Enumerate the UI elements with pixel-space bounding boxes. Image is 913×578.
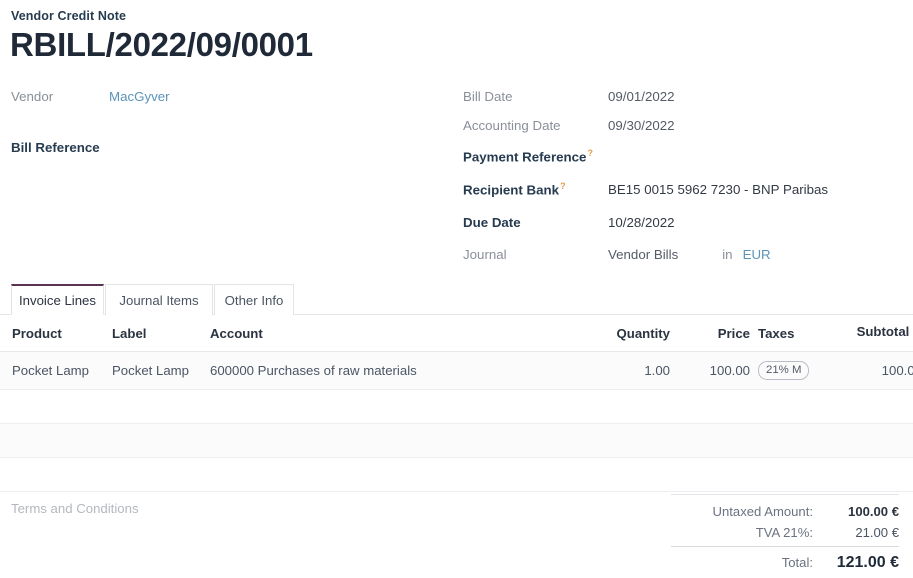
cell-empty [112, 390, 210, 424]
total-label-grand: Total: [782, 555, 827, 570]
cell-empty [112, 458, 210, 492]
total-label-untaxed: Untaxed Amount: [713, 504, 827, 519]
field-payment-reference-label: Payment Reference? [463, 149, 608, 164]
tab-journal-items-label: Journal Items [119, 293, 198, 308]
cell-empty [750, 424, 846, 458]
cell-empty [750, 458, 846, 492]
tab-other-info[interactable]: Other Info [214, 284, 294, 315]
field-vendor-value[interactable]: MacGyver [109, 90, 170, 103]
field-journal-currency[interactable]: EUR [743, 248, 771, 261]
totals-panel: Untaxed Amount: 100.00 € TVA 21%: 21.00 … [671, 494, 899, 578]
cell-empty [0, 458, 112, 492]
field-bill-date-label: Bill Date [463, 90, 608, 103]
field-payment-reference: Payment Reference? [463, 149, 608, 164]
column-header-account[interactable]: Account [210, 315, 500, 352]
cell-empty [670, 458, 750, 492]
field-accounting-date-value[interactable]: 09/30/2022 [608, 119, 675, 132]
cell-quantity[interactable]: 1.00 [500, 352, 670, 390]
cell-empty [112, 424, 210, 458]
cell-empty [210, 424, 500, 458]
notebook-tabs: Invoice Lines Journal Items Other Info [0, 284, 913, 315]
column-header-quantity[interactable]: Quantity [500, 315, 670, 352]
tab-invoice-lines-label: Invoice Lines [19, 293, 96, 308]
total-row-grand: Total: 121.00 € [671, 546, 899, 572]
field-accounting-date-label: Accounting Date [463, 119, 608, 132]
field-recipient-bank-label: Recipient Bank? [463, 182, 608, 197]
cell-empty [500, 424, 670, 458]
cell-empty [210, 390, 500, 424]
field-bill-date-value[interactable]: 09/01/2022 [608, 90, 675, 103]
total-label-tva[interactable]: TVA 21%: [756, 525, 827, 540]
invoice-lines-table: Product Label Account Quantity Price Tax… [0, 315, 913, 492]
field-recipient-bank: Recipient Bank? BE15 0015 5962 7230 - BN… [463, 182, 828, 197]
cell-label[interactable]: Pocket Lamp [112, 352, 210, 390]
field-vendor-label: Vendor [11, 90, 109, 103]
field-vendor: Vendor MacGyver [11, 90, 170, 103]
cell-empty [500, 390, 670, 424]
total-row-untaxed: Untaxed Amount: 100.00 € [671, 504, 899, 519]
total-row-tva: TVA 21%: 21.00 € [671, 525, 899, 540]
cell-empty [846, 458, 913, 492]
cell-empty [670, 390, 750, 424]
field-journal-value[interactable]: Vendor Bills [608, 248, 678, 261]
help-icon[interactable]: ? [587, 148, 593, 158]
table-row-empty[interactable] [0, 424, 913, 458]
field-bill-reference-label: Bill Reference [11, 141, 109, 154]
field-accounting-date: Accounting Date 09/30/2022 [463, 119, 675, 132]
column-header-price[interactable]: Price [670, 315, 750, 352]
cell-empty [846, 424, 913, 458]
table-row-empty[interactable] [0, 390, 913, 424]
field-recipient-bank-value[interactable]: BE15 0015 5962 7230 - BNP Paribas [608, 183, 828, 196]
table-row-empty[interactable] [0, 458, 913, 492]
cell-empty [0, 424, 112, 458]
document-type-label: Vendor Credit Note [11, 9, 126, 23]
help-icon[interactable]: ? [560, 181, 566, 191]
vendor-credit-note-form: Vendor Credit Note RBILL/2022/09/0001 Ve… [0, 0, 913, 575]
cell-empty [846, 390, 913, 424]
cell-subtotal: 100.00 € [846, 352, 913, 390]
field-payment-reference-label-text: Payment Reference [463, 149, 586, 164]
total-value-untaxed: 100.00 € [827, 504, 899, 519]
cell-price[interactable]: 100.00 [670, 352, 750, 390]
column-header-product[interactable]: Product [0, 315, 112, 352]
tab-journal-items[interactable]: Journal Items [105, 284, 213, 315]
column-header-subtotal-label: Subtotal [857, 324, 910, 339]
field-bill-date: Bill Date 09/01/2022 [463, 90, 675, 103]
field-recipient-bank-label-text: Recipient Bank [463, 182, 559, 197]
cell-empty [0, 390, 112, 424]
field-journal-label: Journal [463, 248, 608, 261]
table-header-row: Product Label Account Quantity Price Tax… [0, 315, 913, 352]
field-due-date-label: Due Date [463, 216, 608, 229]
table-row[interactable]: Pocket Lamp Pocket Lamp 600000 Purchases… [0, 352, 913, 390]
cell-empty [670, 424, 750, 458]
page-title: RBILL/2022/09/0001 [10, 26, 313, 64]
field-bill-reference: Bill Reference [11, 141, 109, 154]
cell-empty [750, 390, 846, 424]
terms-and-conditions-input[interactable]: Terms and Conditions [11, 501, 139, 516]
column-header-subtotal: Subtotal [846, 315, 913, 352]
tab-invoice-lines[interactable]: Invoice Lines [11, 284, 104, 315]
cell-product[interactable]: Pocket Lamp [0, 352, 112, 390]
cell-taxes[interactable]: 21% M [750, 352, 846, 390]
totals-separator [671, 494, 899, 495]
field-journal: Journal Vendor Bills in EUR [463, 248, 771, 261]
tab-other-info-label: Other Info [225, 293, 284, 308]
cell-empty [500, 458, 670, 492]
tax-badge[interactable]: 21% M [758, 361, 809, 380]
field-due-date: Due Date 10/28/2022 [463, 216, 675, 229]
cell-account[interactable]: 600000 Purchases of raw materials [210, 352, 500, 390]
total-value-grand: 121.00 € [827, 554, 899, 572]
column-header-taxes[interactable]: Taxes [750, 315, 846, 352]
column-header-label[interactable]: Label [112, 315, 210, 352]
total-value-tva: 21.00 € [827, 525, 899, 540]
cell-empty [210, 458, 500, 492]
field-journal-in-word: in [722, 248, 732, 261]
field-due-date-value[interactable]: 10/28/2022 [608, 216, 675, 229]
